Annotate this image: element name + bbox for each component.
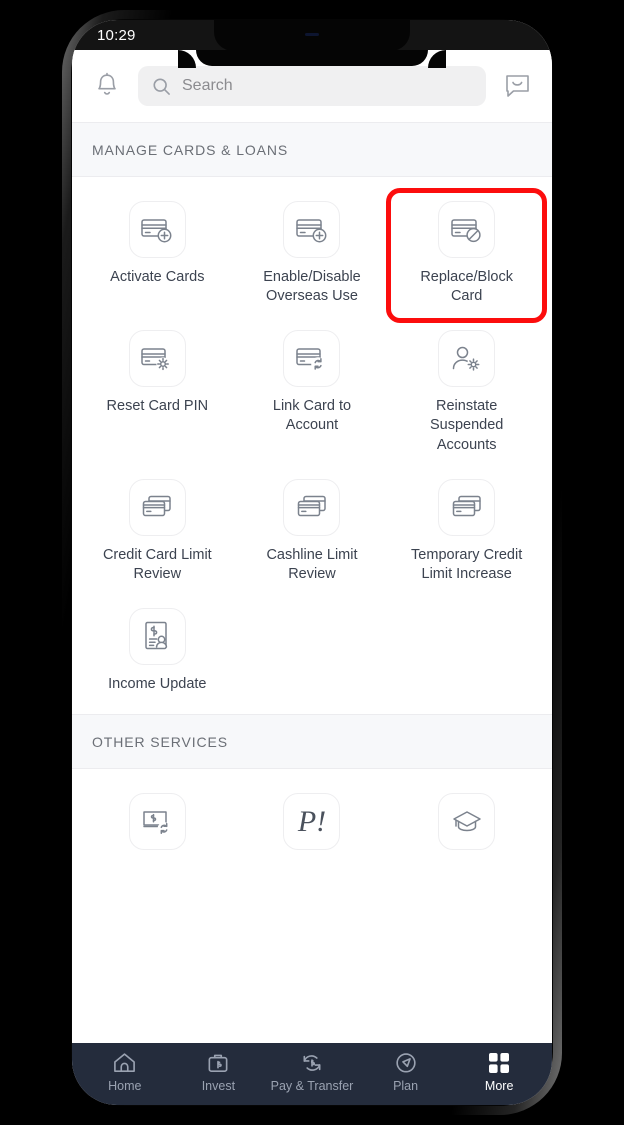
briefcase-dollar-icon [206,1051,230,1075]
status-bar-time: 10:29 [97,27,136,44]
section-header-other-services: OTHER SERVICES [72,714,552,769]
tile-label: Income Update [108,675,206,694]
tile-label: Reset Card PIN [107,397,209,416]
tile-income-update[interactable]: Income Update [80,598,235,708]
card-refresh-icon [283,330,340,387]
nav-label: Pay & Transfer [271,1079,354,1093]
cheque-exchange-icon [129,793,186,850]
nav-item-home[interactable]: Home [78,1051,172,1093]
document-person-dollar-icon [129,608,186,665]
tile-label: Temporary Credit Limit Increase [408,546,526,584]
card-plus-icon [129,201,186,258]
nav-label: Plan [393,1079,418,1093]
services-scroll-area[interactable]: MANAGE CARDS & LOANS Activate Cards [72,122,552,1042]
card-gear-icon [129,330,186,387]
search-input[interactable]: Search [138,66,486,106]
tile-paylah[interactable]: P! [235,783,390,874]
tile-label: Reinstate Suspended Accounts [408,397,526,454]
tile-activate-cards[interactable]: Activate Cards [80,191,235,320]
status-bar: 10:29 [72,20,552,50]
tile-reset-card-pin[interactable]: Reset Card PIN [80,320,235,468]
nav-label: Home [108,1079,141,1093]
chat-message-icon[interactable] [498,67,536,105]
transfer-dollar-icon [299,1051,325,1075]
tile-label: Link Card to Account [253,397,371,435]
card-block-icon [438,201,495,258]
bottom-navigation-bar: Home Invest Pay & T [72,1043,552,1105]
tile-credit-card-limit-review[interactable]: Credit Card Limit Review [80,469,235,598]
notch-speaker [305,33,319,36]
phone-screen: 10:29 Search [72,20,552,1105]
tile-label: Enable/Disable Overseas Use [253,268,371,306]
tile-enable-disable-overseas-use[interactable]: Enable/Disable Overseas Use [235,191,390,320]
nav-item-more[interactable]: More [452,1051,546,1093]
manage-cards-tile-grid: Activate Cards Enable/Disable Overseas [72,177,552,714]
cards-stack-icon [438,479,495,536]
phone-frame: 10:29 Search [62,10,562,1115]
tile-label: Cashline Limit Review [253,546,371,584]
bell-icon[interactable] [88,67,126,105]
compass-icon [394,1051,418,1075]
tile-temporary-credit-limit-increase[interactable]: Temporary Credit Limit Increase [389,469,544,598]
tile-reinstate-suspended-accounts[interactable]: Reinstate Suspended Accounts [389,320,544,468]
nav-item-invest[interactable]: Invest [172,1051,266,1093]
phone-notch [214,20,410,51]
graduation-cap-icon [438,793,495,850]
nav-item-pay-transfer[interactable]: Pay & Transfer [265,1051,359,1093]
paylah-logo-icon: P! [283,793,340,850]
nav-item-plan[interactable]: Plan [359,1051,453,1093]
person-gear-icon [438,330,495,387]
grid-squares-icon [487,1051,511,1075]
search-icon [152,77,171,96]
cards-stack-icon [283,479,340,536]
card-plus-icon [283,201,340,258]
tile-label: Activate Cards [110,268,204,287]
tile-cashline-limit-review[interactable]: Cashline Limit Review [235,469,390,598]
cards-stack-icon [129,479,186,536]
notch-extension [196,50,428,66]
other-services-tile-grid: P! [72,769,552,880]
tile-replace-block-card[interactable]: Replace/Block Card [389,191,544,320]
nav-label: Invest [202,1079,235,1093]
tile-label: Credit Card Limit Review [98,546,216,584]
tile-link-card-to-account[interactable]: Link Card to Account [235,320,390,468]
tile-label: Replace/Block Card [408,268,526,306]
section-header-manage-cards: MANAGE CARDS & LOANS [72,122,552,177]
home-icon [112,1051,137,1075]
tile-cheque-services[interactable] [80,783,235,874]
nav-label: More [485,1079,513,1093]
search-placeholder: Search [182,77,233,95]
tile-education[interactable] [389,783,544,874]
